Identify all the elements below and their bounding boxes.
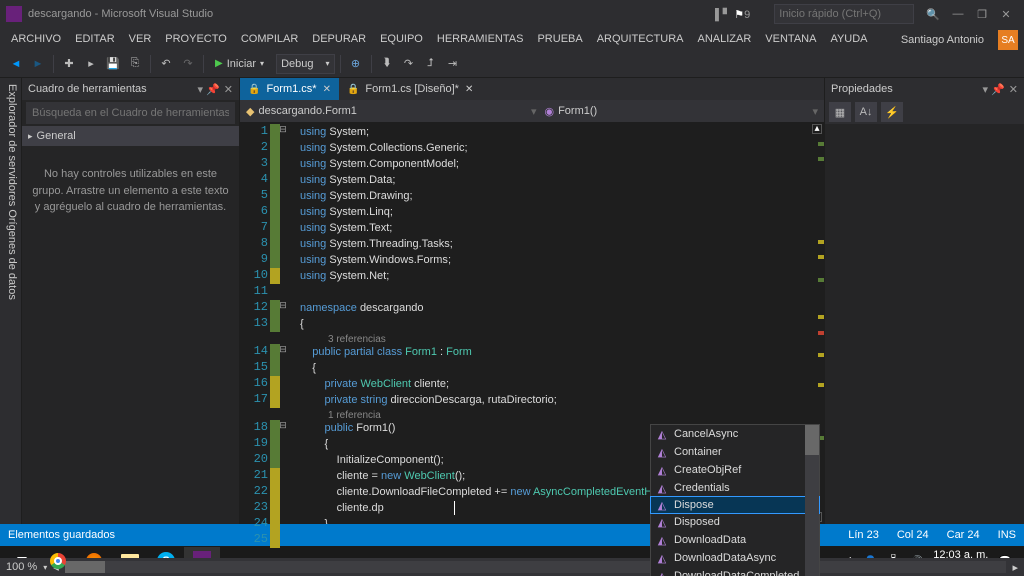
nav-bar: ◆descargando.Form1 ▾ ◉Form1() ▾ xyxy=(240,100,824,122)
alphabetical-icon[interactable]: A↓ xyxy=(855,102,877,122)
panel-close-icon[interactable]: ✕ xyxy=(224,83,233,96)
member-dropdown[interactable]: ◉Form1() xyxy=(544,105,804,118)
user-avatar[interactable]: SA xyxy=(998,30,1018,50)
status-col: Col 24 xyxy=(897,529,929,541)
intellisense-item[interactable]: ◭Credentials xyxy=(651,479,819,497)
user-name[interactable]: Santiago Antonio xyxy=(901,34,984,46)
intellisense-popup[interactable]: ◭CancelAsync◭Container◭CreateObjRef◭Cred… xyxy=(650,424,820,576)
properties-toolbar: ▦ A↓ ⚡ xyxy=(825,100,1024,124)
editor-tabs: 🔒Form1.cs*✕🔒Form1.cs [Diseño]*✕ xyxy=(240,78,824,100)
menu-ventana[interactable]: VENTANA xyxy=(758,33,823,45)
menu-compilar[interactable]: COMPILAR xyxy=(234,33,305,45)
menu-arquitectura[interactable]: ARQUITECTURA xyxy=(590,33,691,45)
menu-proyecto[interactable]: PROYECTO xyxy=(158,33,234,45)
toolbox-group-general[interactable]: General xyxy=(22,126,239,146)
main-toolbar: ◄ ► ✚ ▸ 💾 ⎘ ↶ ↷ ▶Iniciar▾ Debug▾ ⊕ ⮯ ↷ ⮥… xyxy=(0,50,1024,78)
new-project-icon[interactable]: ✚ xyxy=(59,54,79,74)
window-title: descargando - Microsoft Visual Studio xyxy=(28,8,213,20)
class-dropdown[interactable]: ◆descargando.Form1 xyxy=(246,105,357,118)
menu-ayuda[interactable]: AYUDA xyxy=(823,33,874,45)
save-all-icon[interactable]: ⎘ xyxy=(125,54,145,74)
server-explorer-tab[interactable]: Explorador de servidores Orígenes de dat… xyxy=(0,78,22,524)
menu-equipo[interactable]: EQUIPO xyxy=(373,33,430,45)
redo-icon[interactable]: ↷ xyxy=(178,54,198,74)
intellisense-item[interactable]: ◭DownloadDataAsync xyxy=(651,549,819,567)
step-out-icon[interactable]: ⮥ xyxy=(421,54,441,74)
browser-icon[interactable]: ⊕ xyxy=(346,54,366,74)
menu-analizar[interactable]: ANALIZAR xyxy=(691,33,759,45)
zoom-level[interactable]: 100 % xyxy=(6,561,37,573)
toolbox-search-input[interactable] xyxy=(26,102,235,124)
intellisense-item[interactable]: ◭Container xyxy=(651,443,819,461)
save-icon[interactable]: 💾 xyxy=(103,54,123,74)
events-icon[interactable]: ⚡ xyxy=(881,102,903,122)
minimize-button[interactable]: — xyxy=(946,8,970,20)
menu-editar[interactable]: EDITAR xyxy=(68,33,122,45)
menu-depurar[interactable]: DEPURAR xyxy=(305,33,373,45)
toolbox-empty-text: No hay controles utilizables en este gru… xyxy=(22,146,239,236)
panel-close-icon[interactable]: ✕ xyxy=(1009,83,1018,96)
nav-back-button[interactable]: ◄ xyxy=(6,54,26,74)
status-char: Car 24 xyxy=(947,529,980,541)
status-ins: INS xyxy=(998,529,1016,541)
scroll-right-icon[interactable]: ▸ xyxy=(1012,561,1018,574)
menu-prueba[interactable]: PRUEBA xyxy=(530,33,589,45)
toolbox-title: Cuadro de herramientas xyxy=(28,83,147,95)
toolbox-panel: Cuadro de herramientas ▾ 📌 ✕ General No … xyxy=(22,78,240,524)
intellisense-item[interactable]: ◭CancelAsync xyxy=(651,425,819,443)
editor-tab[interactable]: 🔒Form1.cs [Diseño]*✕ xyxy=(339,78,481,100)
pin-icon[interactable]: ▾ 📌 xyxy=(198,83,220,96)
start-debug-button[interactable]: ▶Iniciar▾ xyxy=(209,53,270,75)
search-icon[interactable]: 🔍 xyxy=(926,8,940,21)
menu-archivo[interactable]: ARCHIVO xyxy=(4,33,68,45)
intellisense-item[interactable]: ◭Dispose xyxy=(650,496,820,514)
close-button[interactable]: ✕ xyxy=(994,8,1018,21)
properties-panel: Propiedades ▾ 📌 ✕ ▦ A↓ ⚡ xyxy=(824,78,1024,524)
nav-fwd-button[interactable]: ► xyxy=(28,54,48,74)
status-line: Lín 23 xyxy=(848,529,879,541)
config-dropdown[interactable]: Debug▾ xyxy=(276,54,334,74)
restore-button[interactable]: ❐ xyxy=(970,8,994,21)
open-file-icon[interactable]: ▸ xyxy=(81,54,101,74)
step-icon[interactable]: ⮯ xyxy=(377,54,397,74)
menubar: ARCHIVOEDITARVERPROYECTOCOMPILARDEPURARE… xyxy=(0,28,1024,50)
status-bar: Elementos guardados Lín 23 Col 24 Car 24… xyxy=(0,524,1024,546)
undo-icon[interactable]: ↶ xyxy=(156,54,176,74)
gutter: 1⊟23456789101112⊟1314⊟15161718⊟192021222… xyxy=(240,122,286,524)
intellisense-item[interactable]: ◭CreateObjRef xyxy=(651,461,819,479)
intellisense-item[interactable]: ◭Disposed xyxy=(651,513,819,531)
menu-herramientas[interactable]: HERRAMIENTAS xyxy=(430,33,531,45)
quick-launch-input[interactable] xyxy=(774,4,914,24)
categorized-icon[interactable]: ▦ xyxy=(829,102,851,122)
vs-logo-icon xyxy=(6,6,22,22)
step-over-icon[interactable]: ↷ xyxy=(399,54,419,74)
menu-ver[interactable]: VER xyxy=(122,33,159,45)
notification-flag-icon[interactable]: ▌▘ ⚑9 xyxy=(715,8,750,21)
intellisense-item[interactable]: ◭DownloadData xyxy=(651,531,819,549)
editor-footer: 100 %▾ ◂ ▸ xyxy=(0,558,1024,576)
split-up-icon[interactable]: ▴ xyxy=(812,124,822,134)
titlebar: descargando - Microsoft Visual Studio ▌▘… xyxy=(0,0,1024,28)
editor-tab[interactable]: 🔒Form1.cs*✕ xyxy=(240,78,339,100)
intellisense-scrollbar[interactable] xyxy=(805,425,819,576)
horizontal-scrollbar[interactable] xyxy=(65,561,1007,573)
step-misc-icon[interactable]: ⇥ xyxy=(443,54,463,74)
intellisense-item[interactable]: ◭DownloadDataCompleted xyxy=(651,567,819,576)
pin-icon[interactable]: ▾ 📌 xyxy=(983,83,1005,96)
properties-title: Propiedades xyxy=(831,83,893,95)
